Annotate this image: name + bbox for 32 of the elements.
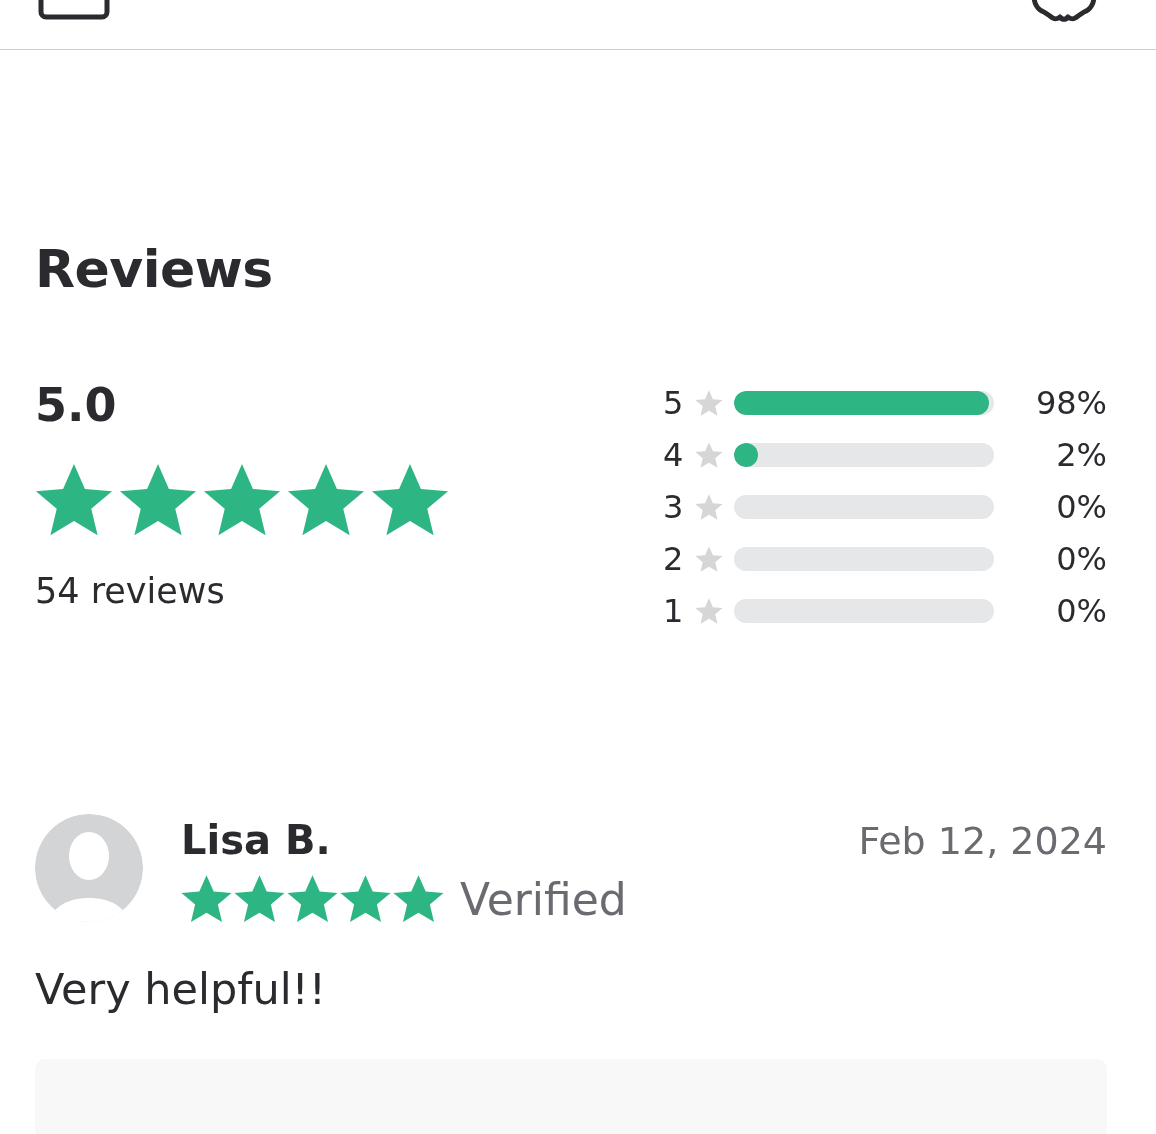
verified-label: Verified: [460, 874, 627, 925]
review-date: Feb 12, 2024: [858, 819, 1107, 863]
star-icon: [35, 464, 113, 538]
star-icon: [695, 545, 723, 573]
percentage: 2%: [1055, 436, 1107, 474]
star-icon: [203, 464, 281, 538]
review-count: 54 reviews: [35, 570, 226, 613]
star-icon: [695, 441, 723, 469]
percentage: 98%: [1034, 384, 1107, 422]
star-icon: [340, 875, 391, 924]
star-level-label: 2: [663, 540, 685, 578]
percentage: 0%: [1055, 592, 1107, 630]
star-level-label: 5: [663, 384, 685, 422]
star-icon: [234, 875, 285, 924]
star-level-label: 1: [663, 592, 685, 630]
star-icon: [695, 597, 723, 625]
star-icon: [287, 875, 338, 924]
star-level-label: 3: [663, 488, 685, 526]
star-icon: [287, 464, 365, 538]
percentage: 0%: [1055, 540, 1107, 578]
review-text: Very helpful!!: [35, 963, 328, 1016]
section-heading: Reviews: [35, 238, 274, 301]
percentage: 0%: [1055, 488, 1107, 526]
star-icon: [393, 875, 444, 924]
star-icon: [181, 875, 232, 924]
star-icon: [119, 464, 197, 538]
average-rating: 5.0: [35, 377, 118, 434]
star-icon: [695, 389, 723, 417]
reviewer-name: Lisa B.: [181, 816, 331, 865]
star-icon: [371, 464, 449, 538]
star-icon: [695, 493, 723, 521]
star-level-label: 4: [663, 436, 685, 474]
